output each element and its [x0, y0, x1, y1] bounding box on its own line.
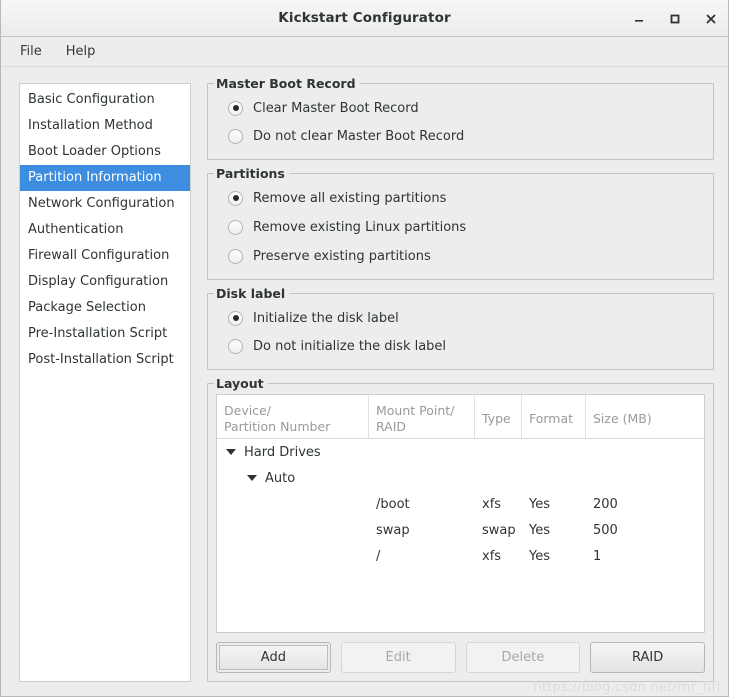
radio-label: Clear Master Boot Record	[253, 100, 419, 116]
column-header-mount-point[interactable]: Mount Point/ RAID	[369, 395, 475, 438]
column-header-size[interactable]: Size (MB)	[586, 395, 704, 438]
cell-device: Auto	[265, 470, 296, 486]
table-row[interactable]: /boot xfs Yes 200	[217, 491, 704, 517]
menu-help[interactable]: Help	[57, 41, 105, 62]
radio-do-not-initialize-disk-label[interactable]: Do not initialize the disk label	[218, 334, 703, 358]
column-header-device[interactable]: Device/ Partition Number	[217, 395, 369, 438]
cell-type: xfs	[482, 548, 502, 564]
partition-layout-tree[interactable]: Device/ Partition Number Mount Point/ RA…	[216, 394, 705, 633]
title-bar: Kickstart Configurator	[1, 0, 728, 37]
table-row[interactable]: / xfs Yes 1	[217, 543, 704, 569]
sidebar-item-authentication[interactable]: Authentication	[20, 217, 190, 243]
layout-title: Layout	[214, 376, 268, 391]
table-row[interactable]: Auto	[217, 465, 704, 491]
radio-button-icon	[228, 338, 243, 354]
cell-type: swap	[482, 522, 516, 538]
disk-label-title: Disk label	[214, 286, 290, 301]
delete-button[interactable]: Delete	[465, 642, 581, 673]
sidebar-item-package-selection[interactable]: Package Selection	[20, 295, 190, 321]
expander-triangle-icon[interactable]	[247, 475, 257, 481]
sidebar-item-display-configuration[interactable]: Display Configuration	[20, 269, 190, 295]
radio-button-icon	[228, 128, 243, 144]
partitions-group: Partitions Remove all existing partition…	[207, 166, 714, 280]
radio-do-not-clear-mbr[interactable]: Do not clear Master Boot Record	[218, 124, 703, 148]
sidebar-item-partition-information[interactable]: Partition Information	[20, 165, 190, 191]
cell-mount-point: /boot	[376, 496, 410, 512]
sidebar-item-basic-configuration[interactable]: Basic Configuration	[20, 87, 190, 113]
master-boot-record-group: Master Boot Record Clear Master Boot Rec…	[207, 76, 714, 160]
radio-initialize-disk-label[interactable]: Initialize the disk label	[218, 306, 703, 330]
window-title: Kickstart Configurator	[278, 10, 451, 26]
radio-label: Do not clear Master Boot Record	[253, 128, 465, 144]
radio-preserve-existing-partitions[interactable]: Preserve existing partitions	[218, 244, 703, 268]
radio-clear-mbr[interactable]: Clear Master Boot Record	[218, 96, 703, 120]
sidebar-item-network-configuration[interactable]: Network Configuration	[20, 191, 190, 217]
cell-mount-point: swap	[376, 522, 410, 538]
radio-label: Remove existing Linux partitions	[253, 219, 467, 235]
cell-size: 200	[593, 496, 618, 512]
sidebar-item-installation-method[interactable]: Installation Method	[20, 113, 190, 139]
maximize-icon[interactable]	[666, 10, 684, 28]
layout-group: Layout Device/ Partition Number Mount Po…	[207, 376, 714, 682]
master-boot-record-title: Master Boot Record	[214, 76, 360, 91]
table-row[interactable]: Hard Drives	[217, 439, 704, 465]
radio-remove-existing-linux-partitions[interactable]: Remove existing Linux partitions	[218, 215, 703, 239]
table-header-row: Device/ Partition Number Mount Point/ RA…	[217, 395, 704, 439]
expander-triangle-icon[interactable]	[226, 449, 236, 455]
close-icon[interactable]	[702, 10, 720, 28]
radio-button-icon	[228, 190, 243, 206]
menu-bar: File Help	[1, 37, 728, 67]
edit-button[interactable]: Edit	[340, 642, 456, 673]
column-header-type[interactable]: Type	[475, 395, 522, 438]
minimize-icon[interactable]	[630, 10, 648, 28]
partitions-title: Partitions	[214, 166, 289, 181]
radio-button-icon	[228, 219, 243, 235]
cell-format: Yes	[529, 496, 550, 512]
cell-size: 500	[593, 522, 618, 538]
radio-label: Preserve existing partitions	[253, 248, 431, 264]
watermark-text: https://blog.csdn.net/rnr_fiff	[533, 680, 721, 695]
table-body: Hard Drives Auto /boot xfs Yes 200 swap …	[217, 439, 704, 632]
sidebar-item-firewall-configuration[interactable]: Firewall Configuration	[20, 243, 190, 269]
sidebar-item-boot-loader-options[interactable]: Boot Loader Options	[20, 139, 190, 165]
radio-button-icon	[228, 248, 243, 264]
sidebar-item-pre-installation-script[interactable]: Pre-Installation Script	[20, 321, 190, 347]
settings-pane: Master Boot Record Clear Master Boot Rec…	[207, 76, 714, 682]
radio-button-icon	[228, 310, 243, 326]
sidebar-item-post-installation-script[interactable]: Post-Installation Script	[20, 347, 190, 373]
radio-label: Initialize the disk label	[253, 310, 399, 326]
cell-device: Hard Drives	[244, 444, 321, 460]
menu-file[interactable]: File	[11, 41, 51, 62]
disk-label-group: Disk label Initialize the disk label Do …	[207, 286, 714, 370]
radio-button-icon	[228, 100, 243, 116]
navigation-sidebar: Basic Configuration Installation Method …	[19, 83, 191, 682]
cell-type: xfs	[482, 496, 502, 512]
layout-action-buttons: Add Edit Delete RAID	[216, 642, 705, 673]
radio-label: Remove all existing partitions	[253, 190, 447, 206]
radio-remove-all-existing-partitions[interactable]: Remove all existing partitions	[218, 186, 703, 210]
cell-format: Yes	[529, 522, 550, 538]
cell-format: Yes	[529, 548, 550, 564]
add-button[interactable]: Add	[216, 642, 331, 673]
table-row[interactable]: swap swap Yes 500	[217, 517, 704, 543]
cell-mount-point: /	[376, 548, 381, 564]
window-body: Basic Configuration Installation Method …	[1, 67, 728, 696]
cell-size: 1	[593, 548, 602, 564]
radio-label: Do not initialize the disk label	[253, 338, 447, 354]
raid-button[interactable]: RAID	[590, 642, 705, 673]
column-header-format[interactable]: Format	[522, 395, 586, 438]
window-controls	[630, 0, 720, 37]
application-window: Kickstart Configurator File Help Basic C…	[0, 0, 729, 697]
